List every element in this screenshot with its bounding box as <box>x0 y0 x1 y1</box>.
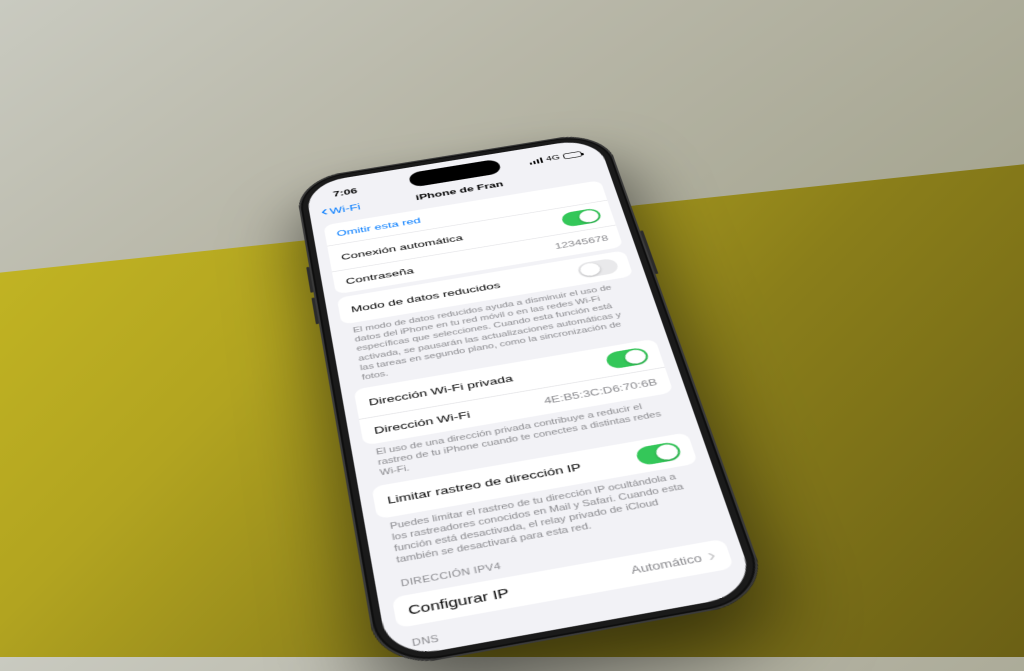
auto-connect-toggle[interactable] <box>560 207 602 227</box>
limit-ip-toggle[interactable] <box>634 440 682 465</box>
configure-ip-value: Automático <box>630 552 704 576</box>
status-time: 7:06 <box>332 186 358 198</box>
chevron-right-icon <box>699 549 718 565</box>
network-type-label: 4G <box>545 154 561 163</box>
chevron-left-icon <box>320 207 329 218</box>
cellular-signal-icon <box>529 157 544 165</box>
battery-icon <box>562 151 582 159</box>
low-data-toggle[interactable] <box>576 257 620 278</box>
private-addr-toggle[interactable] <box>604 346 650 369</box>
password-value: 12345678 <box>554 233 610 250</box>
back-label: Wi-Fi <box>329 202 361 216</box>
password-label: Contraseña <box>345 265 415 285</box>
